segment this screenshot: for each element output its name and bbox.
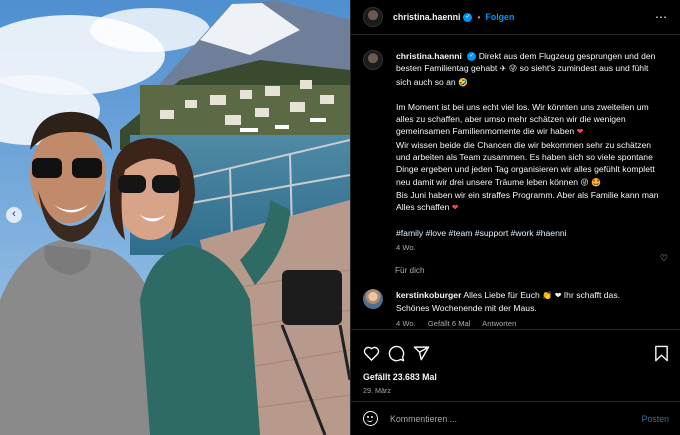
caption-username[interactable]: christina.haenni [396,51,462,61]
comment-age: 4 Wo. [396,318,416,328]
share-icon[interactable] [413,345,430,362]
follow-button[interactable]: Folgen [485,12,514,22]
comment-likes[interactable]: Gefällt 6 Mal [428,319,471,328]
comment-text-a: Alles Liebe für Euch [463,290,540,301]
comment-text: kerstinkoburger Alles Liebe für Euch 👏 ❤… [396,289,651,329]
caption-age: 4 Wo. [396,242,416,252]
comment-body: kerstinkoburger Alles Liebe für Euch 👏 ❤… [396,289,651,315]
post-photo[interactable]: ‹ [0,0,350,435]
comment-icon[interactable] [388,345,405,362]
carousel-prev-button[interactable]: ‹ [6,207,22,223]
red-heart-emoji-icon-2: ❤ [451,203,459,213]
verified-badge-icon: ✓ [463,12,473,22]
caption-para-1: christina.haenni ✓ Direkt aus dem Flugze… [396,50,664,89]
caption-para4-text: Bis Juni haben wir ein straffes Programm… [396,189,659,213]
comments-section[interactable]: christina.haenni ✓ Direkt aus dem Flugze… [351,35,680,329]
comment-item: kerstinkoburger Alles Liebe für Euch 👏 ❤… [363,289,669,329]
clap-heart-emoji-icon: 👏 ❤ [542,291,562,301]
caption-para-2: Im Moment ist bei uns echt viel los. Wir… [396,101,664,215]
red-heart-emoji-icon: ❤ [576,127,584,137]
post-header: christina.haenni ✓ • Folgen ⋯ [351,0,680,35]
caption-para3-text: Wir wissen beide die Chancen die wir bek… [396,139,655,187]
heart-icon[interactable] [363,345,380,361]
commenter-username[interactable]: kerstinkoburger [396,290,461,300]
author-username[interactable]: christina.haenni [393,12,460,22]
author-avatar[interactable] [363,7,383,27]
like-count[interactable]: Gefällt 23.683 Mal [363,372,669,382]
comment-input[interactable] [390,413,610,424]
more-icon[interactable]: ⋯ [655,10,668,24]
commenter-avatar[interactable] [363,289,383,310]
post-comment-button[interactable]: Posten [642,414,669,424]
post-date: 29. März [363,386,391,395]
laughing-emoji-icon: 🤣 [458,77,469,87]
caption: christina.haenni ✓ Direkt aus dem Flugze… [363,50,669,254]
chevron-left-icon: ‹ [12,208,16,220]
caption-hashtags[interactable]: #family #love #team #support #work #haen… [396,227,664,239]
bookmark-icon[interactable] [654,345,669,362]
post-actions: Gefällt 23.683 Mal 29. März [351,329,680,395]
wink-starstruck-emoji-icon: 😜 🤩 [580,177,602,187]
caption-avatar[interactable] [363,50,383,70]
airplane-wink-emoji-icon: ✈ 😜 [499,64,518,74]
comment-meta: 4 Wo. Gefällt 6 Mal Antworten [396,318,651,329]
caption-text: christina.haenni ✓ Direkt aus dem Flugze… [396,50,664,254]
comment-reply-button[interactable]: Antworten [482,319,516,328]
comment-composer: Posten [351,401,680,435]
photo-illustration [0,0,350,435]
caption-verified-icon: ✓ [467,52,477,62]
post-sidebar: christina.haenni ✓ • Folgen ⋯ christina.… [350,0,680,435]
separator-dot: • [477,12,481,22]
for-you-link[interactable]: Für dich [395,266,669,275]
emoji-icon[interactable] [363,411,378,426]
comment-like-heart-icon[interactable]: ♡ [660,253,668,264]
action-icons [363,342,669,364]
instagram-post-modal: ‹ christina.haenni ✓ • Folgen ⋯ christin… [0,0,680,435]
caption-para2-text: Im Moment ist bei uns echt viel los. Wir… [396,101,649,137]
